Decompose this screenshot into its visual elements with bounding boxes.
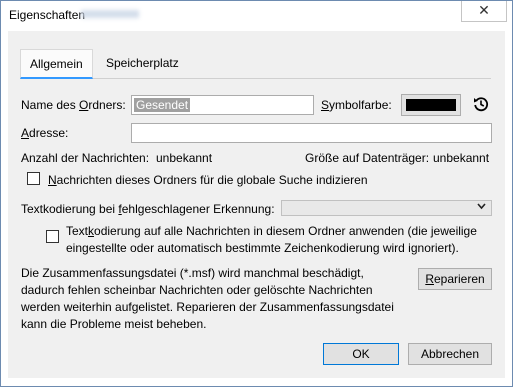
dialog-body: Allgemein Speicherplatz Name des Ordners… bbox=[8, 31, 505, 378]
properties-dialog: Eigenschaften ✕ Allgemein Speicherplatz … bbox=[0, 0, 513, 387]
index-search-label[interactable]: Nachrichten dieses Ordners für die globa… bbox=[48, 173, 368, 187]
ok-button[interactable]: OK bbox=[323, 343, 399, 365]
index-search-checkbox[interactable] bbox=[27, 172, 40, 185]
icon-color-label: Symbolfarbe: bbox=[321, 98, 392, 112]
tab-bar: Allgemein Speicherplatz bbox=[20, 48, 491, 79]
title-obscured-text bbox=[81, 10, 139, 18]
window-title: Eigenschaften bbox=[9, 8, 86, 22]
message-count-label: Anzahl der Nachrichten: bbox=[21, 151, 150, 165]
tab-allgemein[interactable]: Allgemein bbox=[20, 49, 93, 79]
folder-name-value: Gesendet bbox=[134, 98, 191, 112]
encoding-select[interactable] bbox=[281, 200, 492, 216]
address-label: Adresse: bbox=[21, 126, 69, 140]
folder-name-label: Name des Ordners: bbox=[21, 98, 126, 112]
close-button[interactable]: ✕ bbox=[461, 1, 507, 22]
title-bar: Eigenschaften ✕ bbox=[1, 1, 512, 31]
icon-color-button[interactable] bbox=[401, 94, 461, 116]
repair-info-text: Die Zusammenfassungsdatei (*.msf) wird m… bbox=[21, 266, 394, 331]
restore-default-icon[interactable] bbox=[472, 95, 490, 113]
disk-size-label: Größe auf Datenträger: bbox=[305, 151, 430, 165]
close-icon: ✕ bbox=[478, 2, 490, 18]
tab-speicherplatz[interactable]: Speicherplatz bbox=[97, 49, 188, 77]
message-count-value: unbekannt bbox=[156, 151, 213, 165]
apply-encoding-label-line1[interactable]: Textkodierung auf alle Nachrichten in di… bbox=[66, 224, 477, 238]
color-swatch bbox=[406, 99, 456, 111]
apply-encoding-checkbox[interactable] bbox=[46, 230, 59, 243]
encoding-label: Textkodierung bei fehlgeschlagener Erken… bbox=[21, 202, 275, 216]
chevron-down-icon bbox=[477, 202, 486, 213]
folder-name-input[interactable]: Gesendet bbox=[131, 95, 314, 115]
disk-size-value: unbekannt bbox=[433, 151, 490, 165]
address-input[interactable] bbox=[131, 123, 492, 143]
cancel-button[interactable]: Abbrechen bbox=[408, 343, 492, 365]
repair-button[interactable]: Reparieren bbox=[418, 268, 492, 290]
apply-encoding-label-line2[interactable]: eingestellte oder automatisch bestimmte … bbox=[66, 241, 459, 255]
